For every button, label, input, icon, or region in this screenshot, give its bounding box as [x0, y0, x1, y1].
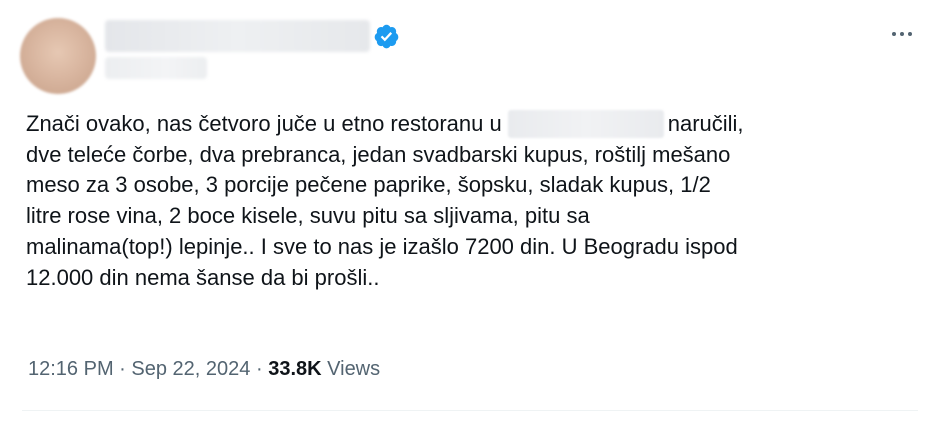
- avatar[interactable]: [20, 18, 96, 94]
- tweet-line: meso za 3 osobe, 3 porcije pečene paprik…: [26, 172, 711, 198]
- tweet-line: dve teleće čorbe, dva prebranca, jedan s…: [26, 141, 731, 167]
- tweet-date[interactable]: Sep 22, 2024: [131, 358, 250, 380]
- verified-badge-icon: [374, 24, 399, 49]
- tweet-line: litre rose vina, 2 boce kisele, suvu pit…: [26, 203, 590, 229]
- display-name-redacted[interactable]: [105, 20, 370, 52]
- meta-separator: ·: [255, 358, 263, 380]
- views-count: 33.8K: [268, 358, 322, 380]
- tweet-time[interactable]: 12:16 PM: [28, 358, 114, 380]
- tweet-line: 12.000 din nema šanse da bi prošli..: [26, 264, 380, 290]
- more-options-icon[interactable]: [886, 22, 918, 46]
- divider: [22, 410, 918, 411]
- tweet-text: Znači ovako, nas četvoro juče u etno res…: [26, 109, 926, 293]
- tweet-line: Znači ovako, nas četvoro juče u etno res…: [26, 110, 744, 138]
- meta-separator: ·: [119, 358, 126, 380]
- redacted-location: [507, 110, 664, 138]
- tweet-line: malinama(top!) lepinje.. I sve to nas je…: [26, 233, 738, 259]
- tweet-meta: 12:16 PM · Sep 22, 2024 · 33.8K Views: [28, 358, 380, 381]
- views-label: Views: [327, 358, 381, 380]
- handle-redacted[interactable]: [105, 57, 207, 79]
